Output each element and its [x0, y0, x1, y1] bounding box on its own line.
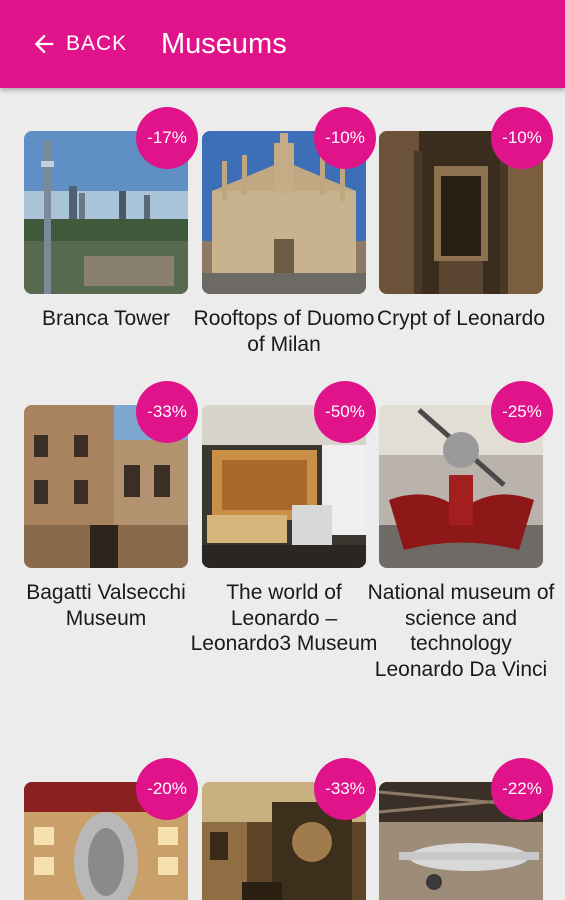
discount-badge: -50%: [314, 381, 376, 443]
page-title: Museums: [161, 28, 287, 60]
discount-badge: -10%: [491, 107, 553, 169]
discount-badge: -17%: [136, 107, 198, 169]
museum-name: Bagatti Valsecchi Museum: [26, 581, 186, 630]
discount-badge: -33%: [136, 381, 198, 443]
discount-badge: -20%: [136, 758, 198, 820]
app-bar: BACK Museums: [0, 0, 565, 88]
back-label: BACK: [66, 32, 128, 55]
discount-badge: -10%: [314, 107, 376, 169]
museum-name: The world of Leonardo – Leonardo3 Museum: [190, 581, 378, 655]
arrow-left-icon: [34, 34, 54, 54]
museum-name: National museum of science and technolog…: [367, 581, 555, 681]
museum-name: Crypt of Leonardo: [376, 307, 546, 330]
discount-badge: -25%: [491, 381, 553, 443]
back-button[interactable]: BACK: [30, 26, 127, 62]
discount-badge: -33%: [314, 758, 376, 820]
museum-name: Branca Tower: [41, 307, 170, 330]
museum-name: Rooftops of Duomo of Milan: [193, 307, 375, 356]
discount-badge: -22%: [491, 758, 553, 820]
